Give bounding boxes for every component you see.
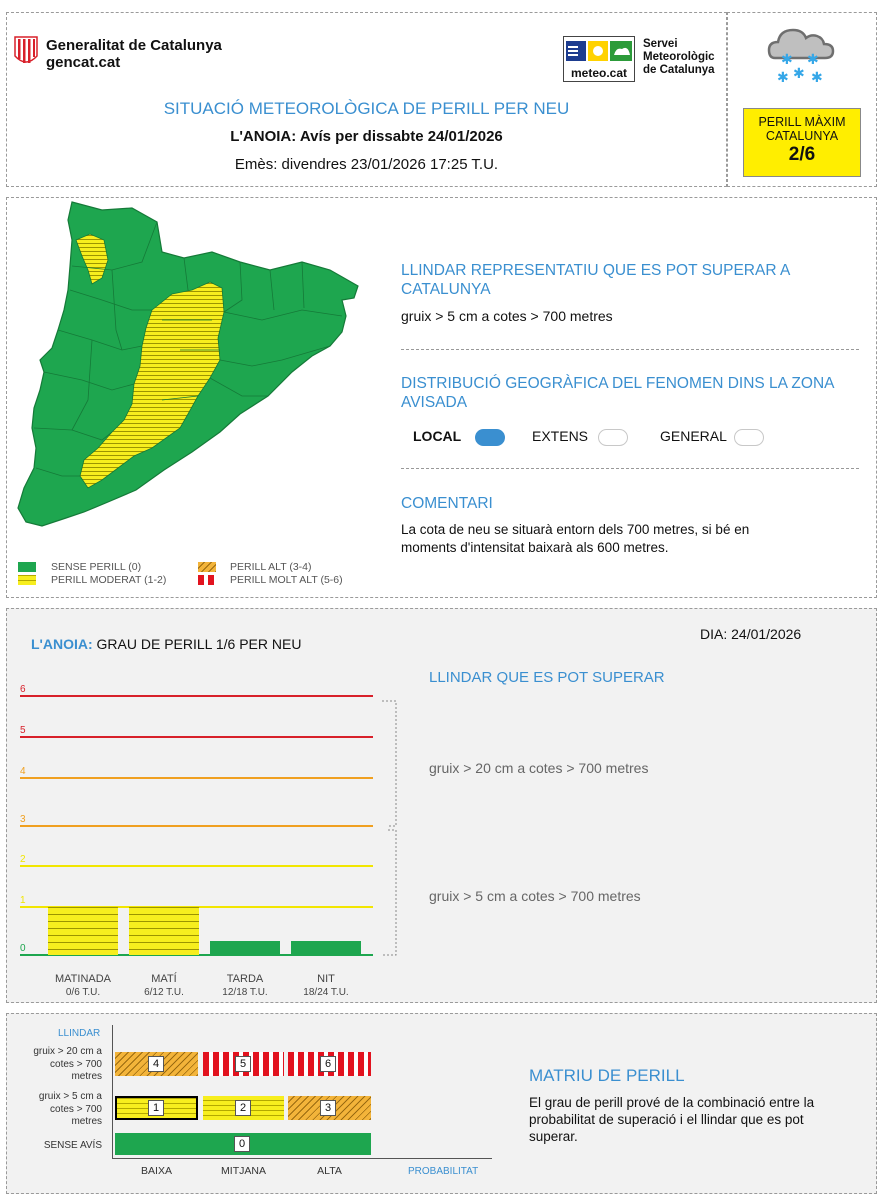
distribution-option-local[interactable]: LOCAL <box>413 428 505 446</box>
y-tick-label-3: 3 <box>20 814 26 825</box>
threshold-text: gruix > 5 cm a cotes > 700 metres <box>401 308 613 324</box>
category-sublabel: 0/6 T.U. <box>66 987 100 998</box>
smc-line-2: Meteorològic <box>643 51 715 63</box>
gencat-url: gencat.cat <box>46 54 121 71</box>
snow-cloud-icon: ✱ ✱ ✱ ✱ ✱ <box>765 20 837 88</box>
matrix-col-label-3: ALTA <box>317 1165 342 1177</box>
divider <box>401 468 859 469</box>
matrix-cell-4-label: 4 <box>148 1056 164 1072</box>
distribution-option-general[interactable]: GENERAL <box>660 428 765 446</box>
category-label: MATÍ <box>151 972 177 985</box>
smc-line-3: de Catalunya <box>643 64 715 76</box>
y-tick-label-0: 0 <box>20 943 26 954</box>
distribution-label-general: GENERAL <box>660 428 727 444</box>
matrix-cell-3-label: 3 <box>320 1100 336 1116</box>
y-tick-label-6: 6 <box>20 684 26 695</box>
matrix-x-axis-label: PROBABILITAT <box>408 1166 479 1177</box>
chart-date: DIA: 24/01/2026 <box>700 626 802 642</box>
gencat-logo <box>14 36 38 68</box>
legend-red-swatch <box>198 575 216 585</box>
legend-label-yellow: PERILL MODERAT (1-2) <box>51 574 167 586</box>
meteocat-logo-text: meteo.cat <box>570 66 628 80</box>
matrix-row-label-2: gruix > 5 cm a cotes > 700 metres <box>38 1091 102 1127</box>
svg-text:✱: ✱ <box>793 66 805 82</box>
legend-orange-swatch <box>198 562 216 572</box>
bar-nit <box>291 941 361 955</box>
bar-matinada <box>48 907 118 955</box>
legend-green-swatch <box>18 562 36 572</box>
gencat-name: Generalitat de Catalunya <box>46 37 222 54</box>
category-sublabel: 18/24 T.U. <box>303 987 348 998</box>
matrix-title: MATRIU DE PERILL <box>529 1066 685 1085</box>
chart-threshold-lower: gruix > 5 cm a cotes > 700 metres <box>429 888 641 904</box>
gencat-seal-icon <box>14 36 38 63</box>
matrix-cell-2-label: 2 <box>235 1100 251 1116</box>
legend-label-green: SENSE PERILL (0) <box>51 561 142 573</box>
legend-label-orange: PERILL ALT (3-4) <box>230 561 312 573</box>
chart-threshold-upper: gruix > 20 cm a cotes > 700 metres <box>429 760 649 776</box>
y-tick-label-4: 4 <box>20 766 26 777</box>
category-label: TARDA <box>227 973 264 985</box>
issued-date: Emès: divendres 23/01/2026 17:25 T.U. <box>234 156 499 173</box>
threshold-title: LLINDAR REPRESENTATIU QUE ES POT SUPERAR… <box>401 262 790 298</box>
matrix-col-label-1: BAIXA <box>141 1165 172 1177</box>
svg-text:✱: ✱ <box>777 70 789 86</box>
toggle-extens[interactable] <box>597 428 628 446</box>
chart-title: L'ANOIA: GRAU DE PERILL 1/6 PER NEU <box>31 636 301 652</box>
meteocat-weather-icon <box>564 37 634 65</box>
smc-line-1: Servei <box>643 38 678 50</box>
y-tick-label-1: 1 <box>20 895 26 906</box>
lower-threshold-bracket <box>382 829 397 956</box>
comment-text: La cota de neu se situarà entorn dels 70… <box>401 522 750 555</box>
bar-matí <box>129 907 199 955</box>
legend-yellow-swatch <box>18 575 36 585</box>
y-tick-label-5: 5 <box>20 725 26 736</box>
distribution-option-extens[interactable]: EXTENS <box>532 428 628 446</box>
matrix-cell-6-label: 6 <box>320 1056 336 1072</box>
toggle-general[interactable] <box>734 428 765 446</box>
max-danger-badge: PERILL MÀXIM CATALUNYA 2/6 <box>743 108 861 177</box>
matrix-row-label-1: gruix > 20 cm a cotes > 700 metres <box>33 1046 102 1082</box>
smc-name: Servei Meteorològic de Catalunya <box>643 38 715 77</box>
page-title: SITUACIÓ METEOROLÒGICA DE PERILL PER NEU <box>163 99 570 118</box>
chart-title-rest: GRAU DE PERILL 1/6 PER NEU <box>96 636 302 652</box>
chart-title-region: L'ANOIA: <box>31 636 93 652</box>
max-danger-label-2: CATALUNYA <box>765 129 839 143</box>
meteocat-logo: meteo.cat <box>563 36 635 82</box>
svg-text:✱: ✱ <box>811 70 823 86</box>
distribution-label-local: LOCAL <box>413 428 461 444</box>
category-sublabel: 12/18 T.U. <box>222 987 267 998</box>
toggle-local[interactable] <box>474 428 505 446</box>
legend-label-red: PERILL MOLT ALT (5-6) <box>230 574 343 586</box>
matrix-col-label-2: MITJANA <box>221 1165 266 1177</box>
y-tick-label-2: 2 <box>20 854 26 865</box>
category-sublabel: 6/12 T.U. <box>144 987 184 998</box>
matrix-row-label-3: SENSE AVÍS <box>43 1140 102 1151</box>
category-label: MATINADA <box>55 973 112 985</box>
bar-tarda <box>210 941 280 955</box>
catalonia-map <box>12 200 364 552</box>
svg-text:✱: ✱ <box>781 52 793 68</box>
category-label: NIT <box>317 973 335 985</box>
distribution-label-extens: EXTENS <box>532 428 589 444</box>
matrix-cell-5-label: 5 <box>235 1056 251 1072</box>
distribution-title: DISTRIBUCIÓ GEOGRÀFICA DEL FENOMEN DINS … <box>401 375 834 411</box>
matrix-cell-0-label: 0 <box>234 1136 250 1152</box>
comment-title: COMENTARI <box>401 495 493 512</box>
matrix-cell-1-label: 1 <box>148 1100 164 1116</box>
chart-threshold-heading: LLINDAR QUE ES POT SUPERAR <box>429 669 665 686</box>
max-danger-value: 2/6 <box>788 144 816 165</box>
max-danger-label-1: PERILL MÀXIM <box>758 115 846 129</box>
upper-threshold-bracket <box>382 700 397 827</box>
danger-chart: 0 1 2 3 4 5 6 MATINADA 0/6 T.U. MATÍ 6/12 T.U. TARD… <box>20 684 397 998</box>
matrix-text: El grau de perill prové de la combinació… <box>529 1095 815 1144</box>
divider <box>401 349 859 350</box>
page-subtitle: L'ANOIA: Avís per dissabte 24/01/2026 <box>230 128 503 145</box>
svg-text:✱: ✱ <box>807 52 819 68</box>
matrix-y-axis-label: LLINDAR <box>58 1028 101 1039</box>
